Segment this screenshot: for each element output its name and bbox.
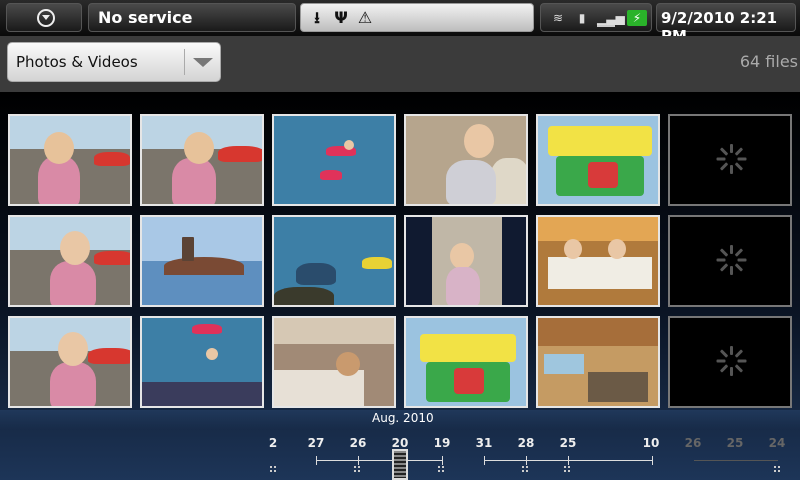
timeline-tick-label: 26 xyxy=(684,436,702,450)
timeline-tick-label: 28 xyxy=(517,436,535,450)
photo-thumbnail[interactable] xyxy=(140,316,264,408)
timeline-tick-label: 26 xyxy=(349,436,367,450)
dropdown-arrow-icon xyxy=(193,58,213,67)
warning-icon: ⚠ xyxy=(357,8,373,27)
timeline-track xyxy=(316,460,442,461)
timeline-month-label: Aug. 2010 xyxy=(372,411,434,425)
photo-thumbnail-loading[interactable] xyxy=(668,215,792,307)
file-count: 64 files xyxy=(739,52,798,71)
notification-area[interactable]: ⭳ Ψ ⚠ xyxy=(300,3,534,32)
timeline-tick xyxy=(442,456,443,465)
system-status: ≋ ▮ ▁▃▅ ⚡ xyxy=(540,3,652,32)
timeline-marker xyxy=(774,466,780,472)
timeline-tick-label: 20 xyxy=(391,436,409,450)
timeline-scrubber[interactable]: Aug. 2010 2 27 26 20 19 31 28 25 10 26 2… xyxy=(0,408,800,480)
timeline-tick xyxy=(358,456,359,465)
photo-thumbnail[interactable] xyxy=(8,114,132,206)
sim-icon: ▮ xyxy=(578,11,586,25)
download-icon: ⭳ xyxy=(314,8,320,27)
photo-thumbnail[interactable] xyxy=(536,316,660,408)
timeline-tick-label: 10 xyxy=(642,436,660,450)
photo-thumbnail[interactable] xyxy=(536,114,660,206)
gallery-header: Photos & Videos 64 files xyxy=(0,36,800,92)
timeline-handle[interactable] xyxy=(392,449,408,480)
photo-thumbnail[interactable] xyxy=(404,114,528,206)
timeline-tick xyxy=(568,456,569,465)
photo-thumbnail[interactable] xyxy=(272,215,396,307)
photo-thumbnail[interactable] xyxy=(536,215,660,307)
timeline-tick-label: 27 xyxy=(307,436,325,450)
photo-thumbnail[interactable] xyxy=(272,114,396,206)
chevron-down-icon xyxy=(37,9,55,27)
timeline-marker xyxy=(270,466,276,472)
timeline-tick-label: 25 xyxy=(559,436,577,450)
timeline-tick-label: 31 xyxy=(475,436,493,450)
photo-thumbnail[interactable] xyxy=(404,316,528,408)
photo-thumbnail-loading[interactable] xyxy=(668,114,792,206)
photo-thumbnail[interactable] xyxy=(8,215,132,307)
photo-thumbnail[interactable] xyxy=(8,316,132,408)
signal-icon: ▁▃▅ xyxy=(597,11,625,27)
timeline-tick-label: 24 xyxy=(768,436,786,450)
timeline-tick xyxy=(652,456,653,465)
media-type-label: Photos & Videos xyxy=(16,53,138,71)
media-type-dropdown[interactable]: Photos & Videos xyxy=(7,42,221,82)
usb-icon: Ψ xyxy=(334,8,348,27)
photo-thumbnail[interactable] xyxy=(140,114,264,206)
notification-menu-button[interactable] xyxy=(6,3,82,32)
timeline-marker xyxy=(438,466,444,472)
timeline-track xyxy=(694,460,778,461)
loading-spinner-icon xyxy=(716,144,747,174)
dropdown-divider xyxy=(184,49,185,75)
loading-spinner-icon xyxy=(716,346,747,376)
timeline-tick xyxy=(484,456,485,465)
loading-spinner-icon xyxy=(716,245,747,275)
timeline-tick xyxy=(526,456,527,465)
timeline-marker xyxy=(564,466,570,472)
carrier-label: No service xyxy=(98,8,193,27)
photo-thumbnail[interactable] xyxy=(140,215,264,307)
photo-thumbnail[interactable] xyxy=(404,215,528,307)
battery-charging-icon: ⚡ xyxy=(627,10,647,26)
photo-thumbnail-loading[interactable] xyxy=(668,316,792,408)
carrier-status: No service xyxy=(88,3,296,32)
wifi-icon: ≋ xyxy=(552,11,564,25)
timeline-tick-label: 25 xyxy=(726,436,744,450)
timeline-marker xyxy=(354,466,360,472)
timeline-tick-label: 19 xyxy=(433,436,451,450)
timeline-marker xyxy=(522,466,528,472)
timeline-tick-label: 2 xyxy=(268,436,278,450)
photo-thumbnail[interactable] xyxy=(272,316,396,408)
timeline-tick xyxy=(316,456,317,465)
status-bar: No service ⭳ Ψ ⚠ ≋ ▮ ▁▃▅ ⚡ 9/2/2010 2:21… xyxy=(0,0,800,45)
clock: 9/2/2010 2:21 PM xyxy=(656,3,796,45)
